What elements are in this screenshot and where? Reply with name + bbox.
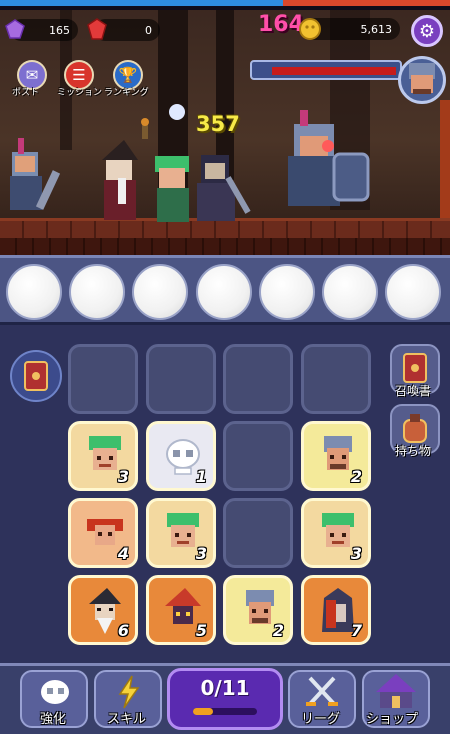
ranking-label: ランキング bbox=[104, 88, 149, 98]
hero-level: 6 bbox=[117, 621, 129, 640]
hero-card-green-hair[interactable]: 3 bbox=[68, 421, 138, 491]
coin-count: 5,613 bbox=[360, 22, 393, 36]
empty-orb-slot[interactable] bbox=[196, 264, 252, 320]
hero-card-green-hair[interactable]: 3 bbox=[301, 498, 371, 568]
boss-face-icon bbox=[409, 63, 435, 94]
hero-level: 1 bbox=[195, 467, 207, 486]
red-gem-icon bbox=[87, 18, 107, 40]
upgrade-nav-label: 強化 bbox=[40, 712, 67, 727]
shop-tent-icon bbox=[376, 674, 416, 708]
hero-card-knight[interactable]: 2 bbox=[223, 575, 293, 645]
hero-level: 3 bbox=[195, 544, 207, 563]
projectile-orb bbox=[169, 104, 185, 120]
hero-card-wizard[interactable]: 6 bbox=[68, 575, 138, 645]
stage-progress-fill bbox=[0, 0, 283, 6]
empty-orb-slot[interactable] bbox=[132, 264, 188, 320]
gold-coin-icon bbox=[299, 18, 321, 40]
skill-nav-label: スキル bbox=[107, 712, 147, 727]
knight-ally-sprite bbox=[10, 138, 61, 210]
boss-hp-fill bbox=[272, 67, 396, 75]
purple-gem-icon bbox=[5, 19, 25, 39]
stage-progress-fill-enemy bbox=[283, 0, 450, 6]
dark-ally-sprite bbox=[197, 155, 251, 221]
empty-orb-slot[interactable] bbox=[69, 264, 125, 320]
inventory-label: 持ち物 bbox=[395, 444, 432, 458]
league-nav-label: リーグ bbox=[301, 712, 341, 727]
empty-orb-slot[interactable] bbox=[322, 264, 378, 320]
grid-slot-empty[interactable] bbox=[223, 498, 293, 568]
lightning-icon bbox=[118, 675, 140, 709]
grid-slot-empty[interactable] bbox=[146, 344, 216, 414]
hero-level: 7 bbox=[350, 621, 362, 640]
hero-card-red-hair[interactable]: 4 bbox=[68, 498, 138, 568]
hero-card-knight[interactable]: 2 bbox=[301, 421, 371, 491]
empty-orb-slot[interactable] bbox=[259, 264, 315, 320]
hero-level: 5 bbox=[195, 621, 207, 640]
boss-portrait bbox=[398, 56, 446, 104]
summon-progress-fill bbox=[193, 708, 213, 715]
brick-floor-lower bbox=[0, 238, 450, 255]
crossed-swords-icon bbox=[306, 676, 338, 706]
missions-label: ミッション bbox=[57, 88, 103, 98]
trophy-icon: 🏆 bbox=[118, 66, 138, 84]
grid-slot-empty[interactable] bbox=[223, 344, 293, 414]
skull-icon bbox=[41, 680, 69, 704]
mail-icon: ✉ bbox=[25, 66, 39, 84]
empty-orb-slot[interactable] bbox=[385, 264, 441, 320]
hero-level: 4 bbox=[117, 544, 129, 563]
summon-book-toggle[interactable] bbox=[10, 350, 62, 402]
settings-gear-button[interactable]: ⚙ bbox=[411, 15, 443, 47]
summon-book-label: 召喚書 bbox=[395, 384, 432, 398]
grid-slot-empty[interactable] bbox=[223, 421, 293, 491]
hero-card-green-hair[interactable]: 3 bbox=[146, 498, 216, 568]
hero-level: 2 bbox=[350, 467, 362, 486]
grid-slot-empty[interactable] bbox=[68, 344, 138, 414]
gear-icon: ⚙ bbox=[418, 20, 436, 42]
hero-level: 3 bbox=[117, 467, 129, 486]
book-icon bbox=[24, 361, 48, 391]
hero-card-hooded-girl[interactable]: 7 bbox=[301, 575, 371, 645]
door-frame bbox=[440, 100, 450, 220]
gem-count: 165 bbox=[49, 23, 70, 37]
list-icon: ☰ bbox=[72, 66, 86, 84]
damage-number: 357 bbox=[196, 112, 240, 136]
shop-nav-label: ショップ bbox=[366, 712, 419, 727]
empty-orb-slot[interactable] bbox=[6, 264, 62, 320]
hero-card-red-witch[interactable]: 5 bbox=[146, 575, 216, 645]
hero-level: 3 bbox=[350, 544, 362, 563]
torch-sprite bbox=[141, 118, 149, 139]
post-label: ポスト bbox=[12, 88, 40, 98]
ruby-count: 0 bbox=[145, 23, 152, 37]
boss-knight-sprite bbox=[288, 110, 370, 206]
summon-counter-text: 0/11 bbox=[200, 676, 250, 700]
hero-card-skull[interactable]: 1 bbox=[146, 421, 216, 491]
grid-slot-empty[interactable] bbox=[301, 344, 371, 414]
hero-level: 2 bbox=[272, 621, 284, 640]
